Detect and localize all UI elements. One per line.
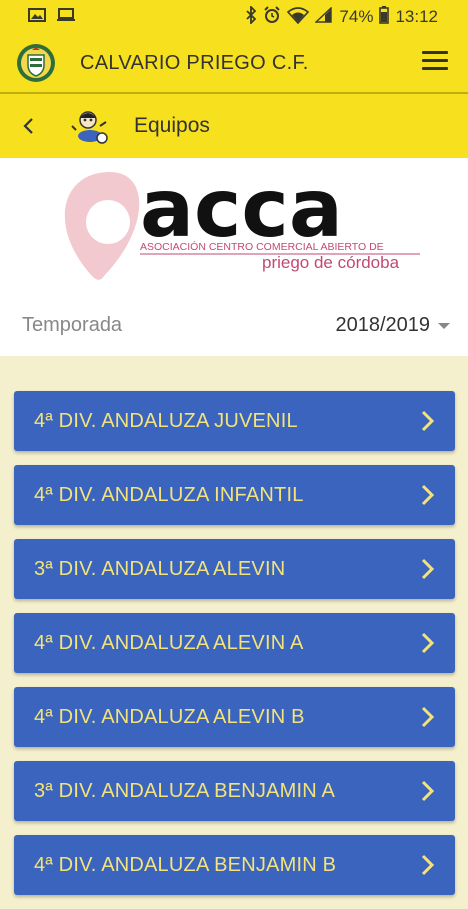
app-title: CALVARIO PRIEGO C.F.	[80, 51, 309, 74]
hamburger-menu-icon[interactable]	[422, 51, 448, 73]
team-item[interactable]: 4ª DIV. ANDALUZA JUVENIL	[14, 391, 455, 451]
sponsor-banner[interactable]: acca ASOCIACIÓN CENTRO COMERCIAL ABIERTO…	[0, 158, 468, 294]
laptop-icon	[56, 7, 76, 28]
battery-text: 74%	[339, 7, 374, 26]
chevron-right-icon	[421, 410, 435, 432]
team-label: 3ª DIV. ANDALUZA BENJAMIN A	[34, 779, 336, 802]
team-label: 3ª DIV. ANDALUZA ALEVIN	[34, 557, 286, 580]
page-title: Equipos	[134, 114, 210, 137]
image-icon	[28, 7, 46, 28]
mascot-icon	[70, 106, 110, 146]
signal-icon	[314, 5, 333, 28]
dropdown-caret-icon	[438, 323, 450, 329]
svg-text:priego de córdoba: priego de córdoba	[262, 253, 400, 272]
section-bar: Equipos	[0, 94, 468, 158]
chevron-right-icon	[421, 854, 435, 876]
battery-icon	[379, 5, 390, 29]
team-item[interactable]: 4ª DIV. ANDALUZA BENJAMIN B	[14, 835, 455, 895]
team-label: 4ª DIV. ANDALUZA JUVENIL	[34, 409, 298, 432]
chevron-right-icon	[421, 632, 435, 654]
app-bar: CALVARIO PRIEGO C.F.	[0, 34, 468, 92]
wifi-icon	[287, 6, 310, 29]
status-bar: 74% 13:12	[0, 0, 468, 34]
svg-text:ASOCIACIÓN CENTRO COMERCIAL AB: ASOCIACIÓN CENTRO COMERCIAL ABIERTO DE	[140, 240, 384, 253]
season-value: 2018/2019	[335, 313, 430, 336]
season-dropdown[interactable]: 2018/2019	[335, 294, 450, 356]
team-label: 4ª DIV. ANDALUZA ALEVIN B	[34, 705, 305, 728]
alarm-icon	[263, 5, 281, 29]
team-item[interactable]: 4ª DIV. ANDALUZA ALEVIN B	[14, 687, 455, 747]
acca-logo: acca ASOCIACIÓN CENTRO COMERCIAL ABIERTO…	[64, 162, 420, 280]
chevron-right-icon	[421, 780, 435, 802]
chevron-right-icon	[421, 484, 435, 506]
back-arrow-icon[interactable]	[22, 114, 42, 138]
chevron-right-icon	[421, 558, 435, 580]
team-item[interactable]: 3ª DIV. ANDALUZA ALEVIN	[14, 539, 455, 599]
teams-list: 4ª DIV. ANDALUZA JUVENIL 4ª DIV. ANDALUZ…	[14, 391, 455, 909]
team-item[interactable]: 3ª DIV. ANDALUZA BENJAMIN A	[14, 761, 455, 821]
season-selector: Temporada 2018/2019	[0, 294, 468, 356]
team-item[interactable]: 4ª DIV. ANDALUZA INFANTIL	[14, 465, 455, 525]
club-crest-icon	[16, 43, 56, 83]
team-item[interactable]: 4ª DIV. ANDALUZA ALEVIN A	[14, 613, 455, 673]
team-label: 4ª DIV. ANDALUZA ALEVIN A	[34, 631, 304, 654]
bluetooth-icon	[245, 4, 257, 29]
team-label: 4ª DIV. ANDALUZA INFANTIL	[34, 483, 304, 506]
season-label: Temporada	[22, 313, 123, 336]
team-label: 4ª DIV. ANDALUZA BENJAMIN B	[34, 853, 337, 876]
chevron-right-icon	[421, 706, 435, 728]
clock-text: 13:12	[395, 7, 438, 26]
